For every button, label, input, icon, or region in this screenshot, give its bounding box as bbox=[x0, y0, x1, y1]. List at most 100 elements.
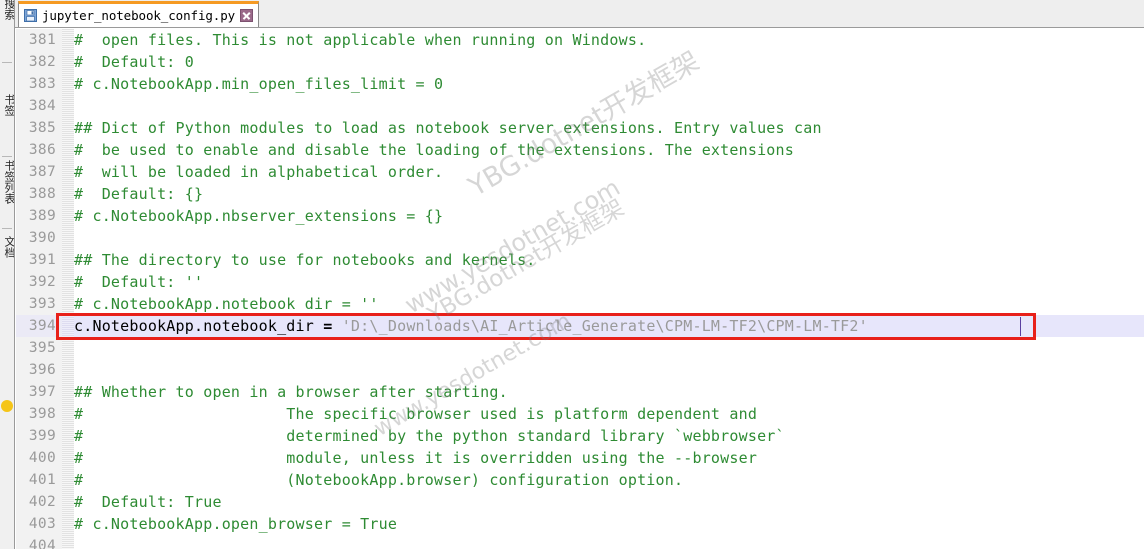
text-caret bbox=[1020, 317, 1021, 336]
code-line[interactable]: 393 # c.NotebookApp.notebook dir = '' bbox=[16, 293, 1144, 315]
code-text: # c.NotebookApp.nbserver_extensions = {} bbox=[74, 205, 443, 227]
code-text: ## Whether to open in a browser after st… bbox=[74, 381, 508, 403]
gutter-separator bbox=[62, 293, 74, 315]
left-strip-divider bbox=[2, 156, 12, 157]
line-number: 403 bbox=[16, 513, 62, 535]
code-line[interactable]: 398 # The specific browser used is platfo… bbox=[16, 403, 1144, 425]
code-text: # c.NotebookApp.open_browser = True bbox=[74, 513, 397, 535]
line-number: 383 bbox=[16, 73, 62, 95]
code-token-comment: # Default: True bbox=[74, 493, 222, 511]
code-line[interactable]: 388 # Default: {} bbox=[16, 183, 1144, 205]
code-text: # determined by the python standard libr… bbox=[74, 425, 785, 447]
code-text: # be used to enable and disable the load… bbox=[74, 139, 794, 161]
code-text: # (NotebookApp.browser) configuration op… bbox=[74, 469, 683, 491]
left-strip-divider bbox=[2, 228, 12, 229]
gutter-separator bbox=[62, 73, 74, 95]
left-strip-tab-0[interactable]: 搜索 bbox=[0, 0, 14, 56]
line-number: 399 bbox=[16, 425, 62, 447]
code-text: c.NotebookApp.notebook_dir = 'D:\_Downlo… bbox=[74, 315, 868, 337]
line-number: 388 bbox=[16, 183, 62, 205]
code-token-comment: # c.NotebookApp.nbserver_extensions = {} bbox=[74, 207, 444, 225]
code-line[interactable]: 391 ## The directory to use for notebooks… bbox=[16, 249, 1144, 271]
tab-bar: jupyter_notebook_config.py bbox=[15, 0, 1144, 28]
code-line[interactable]: 384 bbox=[16, 95, 1144, 117]
code-line[interactable]: 383 # c.NotebookApp.min_open_files_limit … bbox=[16, 73, 1144, 95]
code-token-comment: # module, unless it is overridden using … bbox=[74, 449, 758, 467]
line-number: 384 bbox=[16, 95, 62, 117]
left-tool-strip: 搜索 书签 书签列表 文档 bbox=[0, 0, 15, 549]
code-token-comment: # be used to enable and disable the load… bbox=[74, 141, 794, 159]
code-line[interactable]: 392 # Default: '' bbox=[16, 271, 1144, 293]
code-editor[interactable]: 381 # open files. This is not applicable … bbox=[16, 29, 1144, 549]
line-number: 401 bbox=[16, 469, 62, 491]
code-token-comment: # determined by the python standard libr… bbox=[74, 427, 785, 445]
left-strip-divider bbox=[2, 62, 12, 63]
code-token-string: 'D:\_Downloads\AI_Article_Generate\CPM-L… bbox=[341, 317, 868, 335]
code-lines: 381 # open files. This is not applicable … bbox=[16, 29, 1144, 549]
gutter-separator bbox=[62, 491, 74, 513]
gutter-separator bbox=[62, 29, 74, 51]
left-strip-tab-1[interactable]: 书签 bbox=[0, 94, 14, 154]
code-token-comment: ## The directory to use for notebooks an… bbox=[74, 251, 536, 269]
code-line[interactable]: 387 # will be loaded in alphabetical orde… bbox=[16, 161, 1144, 183]
line-number: 386 bbox=[16, 139, 62, 161]
code-line[interactable]: 402 # Default: True bbox=[16, 491, 1144, 513]
code-line[interactable]: 395 bbox=[16, 337, 1144, 359]
code-line[interactable]: 386 # be used to enable and disable the l… bbox=[16, 139, 1144, 161]
code-line[interactable]: 390 bbox=[16, 227, 1144, 249]
code-line[interactable]: 403 # c.NotebookApp.open_browser = True bbox=[16, 513, 1144, 535]
code-line[interactable]: 399 # determined by the python standard l… bbox=[16, 425, 1144, 447]
line-number: 391 bbox=[16, 249, 62, 271]
gutter-separator bbox=[62, 425, 74, 447]
code-text: # c.NotebookApp.min_open_files_limit = 0 bbox=[74, 73, 443, 95]
code-line[interactable]: 404 bbox=[16, 535, 1144, 549]
gutter-separator bbox=[62, 535, 74, 549]
code-text: # Default: '' bbox=[74, 271, 203, 293]
gutter-separator bbox=[62, 315, 74, 337]
line-number: 381 bbox=[16, 29, 62, 51]
gutter-separator bbox=[62, 271, 74, 293]
gutter-separator bbox=[62, 469, 74, 491]
save-disk-icon bbox=[24, 9, 37, 22]
left-strip-tab-2[interactable]: 书签列表 bbox=[0, 160, 14, 222]
code-line[interactable]: 396 bbox=[16, 359, 1144, 381]
code-token-plain: c.NotebookApp.notebook_dir bbox=[74, 317, 324, 335]
gutter-separator bbox=[62, 403, 74, 425]
line-number: 385 bbox=[16, 117, 62, 139]
code-token-comment: # c.NotebookApp.min_open_files_limit = 0 bbox=[74, 75, 444, 93]
gutter-separator bbox=[62, 205, 74, 227]
code-line[interactable]: 385 ## Dict of Python modules to load as … bbox=[16, 117, 1144, 139]
code-text: # Default: {} bbox=[74, 183, 203, 205]
gutter-separator bbox=[62, 117, 74, 139]
line-number: 396 bbox=[16, 359, 62, 381]
code-token-comment: # will be loaded in alphabetical order. bbox=[74, 163, 444, 181]
code-line[interactable]: 389 # c.NotebookApp.nbserver_extensions =… bbox=[16, 205, 1144, 227]
code-line[interactable]: 394 c.NotebookApp.notebook_dir = 'D:\_Dow… bbox=[16, 315, 1144, 337]
code-token-comment: ## Dict of Python modules to load as not… bbox=[74, 119, 822, 137]
line-number: 397 bbox=[16, 381, 62, 403]
code-text: # c.NotebookApp.notebook dir = '' bbox=[74, 293, 379, 315]
code-token-comment: # c.NotebookApp.notebook dir = '' bbox=[74, 295, 379, 313]
line-number: 395 bbox=[16, 337, 62, 359]
gutter-separator bbox=[62, 139, 74, 161]
code-text: # The specific browser used is platform … bbox=[74, 403, 757, 425]
code-token-comment: ## Whether to open in a browser after st… bbox=[74, 383, 508, 401]
line-number: 400 bbox=[16, 447, 62, 469]
line-number: 387 bbox=[16, 161, 62, 183]
line-number: 390 bbox=[16, 227, 62, 249]
code-line[interactable]: 401 # (NotebookApp.browser) configuration… bbox=[16, 469, 1144, 491]
code-line[interactable]: 397 ## Whether to open in a browser after… bbox=[16, 381, 1144, 403]
close-icon[interactable] bbox=[240, 9, 254, 22]
line-number: 404 bbox=[16, 535, 62, 549]
code-token-comment: # (NotebookApp.browser) configuration op… bbox=[74, 471, 684, 489]
gutter-separator bbox=[62, 161, 74, 183]
left-strip-tab-3[interactable]: 文档 bbox=[0, 236, 14, 298]
gutter-separator bbox=[62, 227, 74, 249]
status-dot-icon bbox=[1, 400, 13, 412]
tab-jupyter-notebook-config[interactable]: jupyter_notebook_config.py bbox=[18, 1, 260, 27]
code-text: ## The directory to use for notebooks an… bbox=[74, 249, 536, 271]
code-line[interactable]: 382 # Default: 0 bbox=[16, 51, 1144, 73]
code-line[interactable]: 381 # open files. This is not applicable … bbox=[16, 29, 1144, 51]
gutter-separator bbox=[62, 95, 74, 117]
code-line[interactable]: 400 # module, unless it is overridden usi… bbox=[16, 447, 1144, 469]
